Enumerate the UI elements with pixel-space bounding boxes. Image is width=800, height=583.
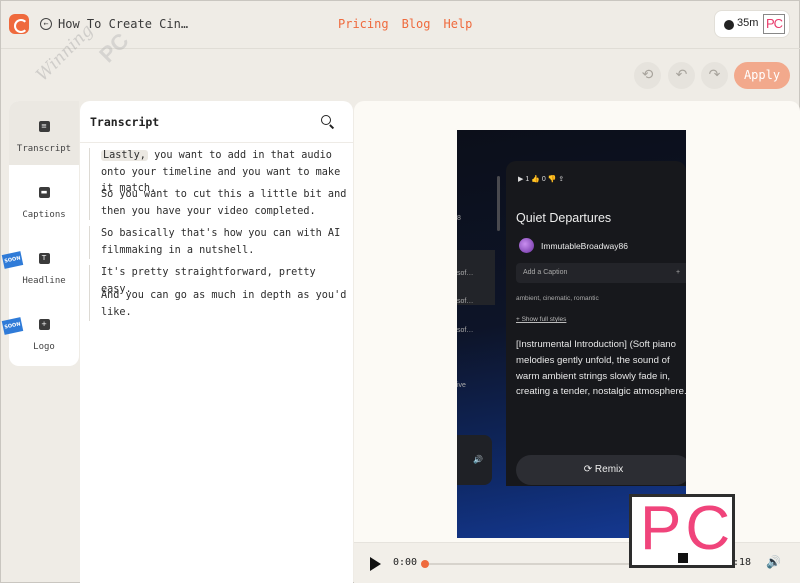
side-label: 8 [457, 215, 461, 222]
side-label: sof… [457, 327, 474, 334]
redo-button[interactable]: ↷ [701, 62, 728, 89]
side-label: sof… [457, 270, 474, 277]
credits-remaining: 35m [737, 17, 759, 29]
segment-text: And you can go as much in depth as you'd… [101, 290, 347, 318]
sidebar-item-headline[interactable]: SOON T Headline [1, 233, 79, 297]
apply-button[interactable]: Apply [734, 62, 790, 89]
transcript-header: Transcript [80, 101, 353, 143]
transcript-title: Transcript [90, 115, 160, 129]
volume-icon: 🔊 [473, 455, 483, 464]
watermark-logo: PC [629, 494, 735, 568]
transcript-panel: Transcript Lastly, you want to add in th… [80, 101, 353, 583]
seek-knob[interactable] [421, 560, 429, 568]
play-icon[interactable] [370, 557, 381, 571]
current-time: 0:00 [393, 557, 418, 568]
sidebar-item-captions[interactable]: ▬ Captions [9, 167, 79, 231]
song-username: ImmutableBroadway86 [541, 241, 628, 251]
caption-placeholder: Add a Caption [523, 269, 568, 276]
segment-text: So you want to cut this a little bit and… [101, 189, 347, 217]
remix-button: ⟳ Remix [516, 455, 686, 485]
plus-icon: + [38, 319, 50, 330]
song-title: Quiet Departures [516, 211, 612, 225]
sidebar-item-label: Captions [22, 210, 66, 220]
sidebar-item-label: Headline [22, 276, 66, 286]
sidebar-item-label: Logo [33, 342, 55, 352]
reset-button[interactable]: ⟲ [634, 62, 661, 89]
add-caption-plus: + [676, 269, 681, 276]
caption-icon: ▬ [38, 187, 50, 198]
transcript-segment[interactable]: And you can go as much in depth as you'd… [89, 288, 349, 322]
volume-icon[interactable]: 🔊 [766, 555, 781, 569]
soon-badge: SOON [1, 317, 24, 335]
song-stats: ▶ 1 👍 0 👎 ⇪ [518, 176, 565, 183]
credits-widget[interactable]: 35m PC [714, 10, 790, 38]
text-icon: T [38, 253, 50, 264]
highlighted-word[interactable]: Lastly, [101, 150, 148, 161]
user-avatar [519, 238, 534, 253]
sidebar-item-label: Transcript [16, 144, 72, 154]
nav-help-link[interactable]: Help [443, 17, 472, 31]
segment-text: So basically that's how you can with AI … [101, 228, 341, 256]
video-mini-player: 🔊 [457, 435, 492, 485]
song-tags: ambient, cinematic, romantic [516, 295, 599, 302]
transcript-segment[interactable]: So you want to cut this a little bit and… [89, 187, 349, 221]
sidebar-item-transcript[interactable]: ≡ Transcript [9, 101, 79, 165]
document-icon: ≡ [38, 121, 50, 132]
side-list-item [457, 250, 495, 305]
app-logo[interactable] [9, 14, 29, 34]
show-styles-link: + Show full styles [516, 316, 567, 323]
search-icon[interactable] [321, 115, 331, 125]
nav-pricing-link[interactable]: Pricing [338, 17, 389, 31]
sidebar-item-logo[interactable]: SOON + Logo [1, 299, 79, 363]
user-avatar[interactable]: PC [763, 14, 785, 34]
top-nav: Pricing Blog Help [338, 17, 472, 31]
soon-badge: SOON [1, 251, 24, 269]
song-card: ▶ 1 👍 0 👎 ⇪ Quiet Departures ImmutableBr… [506, 161, 686, 486]
song-lyrics: [Instrumental Introduction] (Soft piano … [516, 339, 686, 398]
watermark-logo-square [678, 553, 688, 563]
tool-sidebar: ≡ Transcript ▬ Captions SOON T Headline … [1, 101, 79, 366]
side-label: ive [457, 382, 466, 389]
video-scrollbar [497, 176, 500, 231]
nav-blog-link[interactable]: Blog [402, 17, 431, 31]
video-frame[interactable]: 8 sof… sof… sof… ive 🔊 ▶ 1 👍 0 👎 ⇪ Quiet… [457, 130, 686, 538]
transcript-segment[interactable]: So basically that's how you can with AI … [89, 226, 349, 260]
timer-icon [724, 20, 734, 30]
undo-button[interactable]: ↶ [668, 62, 695, 89]
back-arrow-icon[interactable]: ← [40, 18, 52, 30]
add-caption-field: Add a Caption + [516, 263, 686, 283]
side-label: sof… [457, 298, 474, 305]
